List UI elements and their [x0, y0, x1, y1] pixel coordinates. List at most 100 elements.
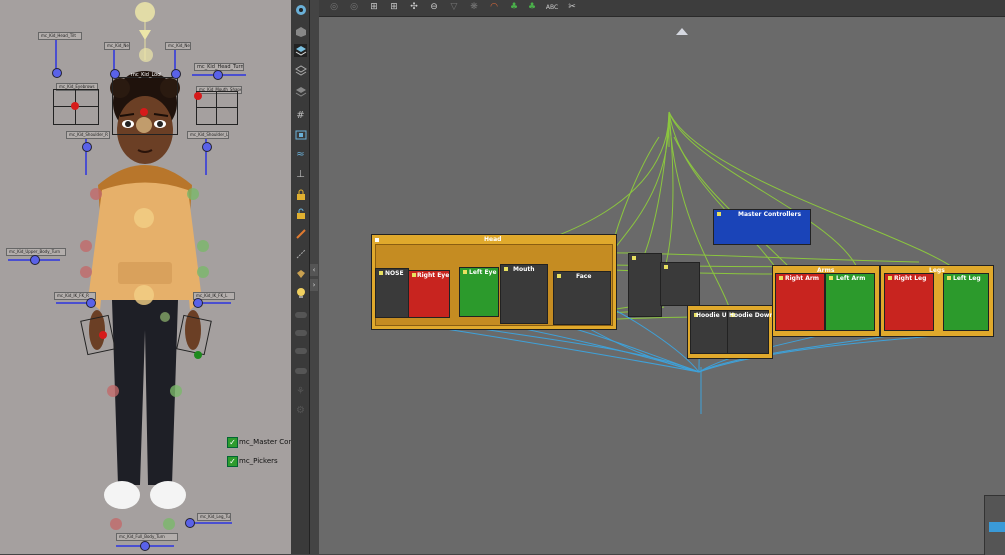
eye-icon[interactable]	[294, 3, 307, 16]
disabled-tool-icon-4	[294, 364, 307, 377]
head-tilt-knob[interactable]	[52, 68, 62, 78]
globe-icon[interactable]: ⊖	[427, 1, 441, 14]
group-head-title: Head	[484, 236, 502, 243]
leg-turn-label: mc_Kid_Leg_Turn	[197, 513, 231, 521]
ik-fk-l-knob[interactable]	[193, 298, 203, 308]
tree-alt-icon[interactable]: ♣	[525, 1, 539, 14]
foot-l[interactable]	[163, 518, 175, 530]
lock-open-icon[interactable]	[294, 207, 307, 220]
abc-icon[interactable]: ABC	[543, 1, 561, 14]
disabled-tool-icon-1	[294, 308, 307, 321]
knee-l[interactable]	[170, 385, 182, 397]
full-body-turn-knob[interactable]	[140, 541, 150, 551]
palette-icon[interactable]: ❋	[467, 1, 481, 14]
shoulder-r-knob[interactable]	[82, 142, 92, 152]
camera-icon[interactable]: ◎	[327, 1, 341, 14]
hand-r-ik[interactable]	[99, 331, 107, 339]
hierarchy-icon[interactable]: ⊞	[367, 1, 381, 14]
face-dot-control[interactable]	[140, 108, 148, 116]
node-left-eye[interactable]: Left Eye	[459, 267, 499, 317]
layers-icon[interactable]	[294, 44, 307, 57]
align-icon[interactable]: ⊥	[294, 168, 307, 181]
node-master-controllers[interactable]: Master Controllers	[713, 209, 811, 245]
elbow-r-fk[interactable]	[80, 240, 92, 252]
eyebrows-box[interactable]	[53, 89, 99, 125]
bucket-icon[interactable]	[294, 267, 307, 280]
tree-icon[interactable]: ♣	[507, 1, 521, 14]
dotted-line-icon[interactable]	[294, 247, 307, 260]
hips-control[interactable]	[134, 285, 154, 305]
stack-outline-icon[interactable]	[294, 84, 307, 97]
collapse-left-arrow-icon[interactable]: ‹	[310, 264, 318, 276]
graph-toolbar: ◎ ◎ ⊞ ⊞ ✣ ⊖ ▽ ❋ ◠ ♣ ♣ ABC ✂	[319, 0, 1005, 17]
elbow-l-fk[interactable]	[197, 240, 209, 252]
stack-icon[interactable]	[294, 64, 307, 77]
node-left-arm[interactable]: Left Arm	[825, 273, 875, 331]
cube-icon[interactable]	[294, 25, 307, 38]
node-right-eye[interactable]: Right Eye	[408, 270, 450, 318]
neck-label-right: mc_Kid_Neck	[104, 42, 130, 50]
network-icon[interactable]: ✣	[407, 1, 421, 14]
node-mouth[interactable]: Mouth	[500, 264, 548, 324]
upper-body-turn-knob[interactable]	[30, 255, 40, 265]
film-icon[interactable]: ◎	[347, 1, 361, 14]
node-right-arm[interactable]: Right Arm	[775, 273, 825, 331]
brush-icon[interactable]	[294, 227, 307, 240]
knee-r[interactable]	[107, 385, 119, 397]
mouth-shape-dot[interactable]	[194, 92, 202, 100]
neck-knob-right[interactable]	[110, 69, 120, 79]
shoulder-l-knob[interactable]	[202, 142, 212, 152]
pickers-checkbox[interactable]: ✓	[227, 456, 238, 467]
rainbow-icon[interactable]: ◠	[487, 1, 501, 14]
wrist-l-fk[interactable]	[197, 266, 209, 278]
funnel-icon[interactable]: ▽	[447, 1, 461, 14]
neck-label-left: mc_Kid_Neck	[165, 42, 191, 50]
master-controls-checkbox[interactable]: ✓	[227, 437, 238, 448]
chest-control[interactable]	[134, 208, 154, 228]
wrist-r-fk[interactable]	[80, 266, 92, 278]
hierarchy-down-icon[interactable]: ⊞	[387, 1, 401, 14]
wrist-r-ik[interactable]	[160, 312, 170, 322]
node-right-arm-title: Right Arm	[785, 275, 820, 282]
head-arrow-control[interactable]	[139, 30, 151, 40]
wave-icon[interactable]: ≈	[294, 148, 307, 161]
node-graph-canvas[interactable]: Head NOSE Right Eye Left Eye Mouth Face …	[319, 17, 1005, 555]
node-right-leg-title: Right Leg	[894, 275, 927, 282]
node-hoodie-up[interactable]: Hoodie Up	[690, 310, 731, 354]
lock-icon[interactable]	[294, 188, 307, 201]
foot-r[interactable]	[110, 518, 122, 530]
node-right-eye-title: Right Eye	[417, 272, 450, 279]
scissors-icon[interactable]: ✂	[565, 1, 579, 14]
shoulder-l-label: mc_Kid_Shoulder_L	[187, 131, 229, 139]
node-nose-title: NOSE	[385, 270, 404, 277]
nose-control[interactable]	[136, 117, 152, 133]
head-top-control[interactable]	[135, 2, 155, 22]
picker-panel: mc_Kid_Head_Tilt mc_Kid_Neck mc_Kid_Neck…	[0, 0, 291, 554]
node-face[interactable]: Face	[553, 271, 611, 325]
head-turn-knob[interactable]	[213, 70, 223, 80]
frame-icon[interactable]	[294, 128, 307, 141]
node-nose[interactable]: NOSE	[375, 268, 409, 318]
leg-turn-knob[interactable]	[185, 518, 195, 528]
node-right-leg[interactable]: Right Leg	[884, 273, 934, 331]
bulb-icon[interactable]	[294, 286, 307, 299]
node-unnamed-1[interactable]	[628, 253, 662, 317]
neck-knob-left[interactable]	[171, 69, 181, 79]
master-controls-label: mc_Master Contr	[239, 438, 291, 446]
grid-icon[interactable]: #	[294, 109, 307, 122]
look-label: mc_Kid_Look	[131, 72, 161, 78]
minimap-preview[interactable]	[984, 495, 1005, 555]
shoulder-r-fk[interactable]	[90, 188, 102, 200]
node-left-leg[interactable]: Left Leg	[943, 273, 989, 331]
expand-right-arrow-icon[interactable]: ›	[310, 279, 318, 291]
shoulder-l-fk[interactable]	[187, 188, 199, 200]
node-unnamed-2[interactable]	[660, 262, 700, 306]
mouth-shape-box[interactable]	[194, 91, 238, 125]
node-hoodie-down[interactable]: Hoodie Down	[727, 310, 774, 354]
look-control[interactable]	[139, 48, 153, 62]
full-body-turn-label: mc_Kid_Full_Body_Turn	[116, 533, 178, 541]
eyebrows-dot[interactable]	[71, 102, 79, 110]
hand-l-ik[interactable]	[194, 351, 202, 359]
ik-fk-r-knob[interactable]	[86, 298, 96, 308]
disabled-tool-icon-2	[294, 326, 307, 339]
